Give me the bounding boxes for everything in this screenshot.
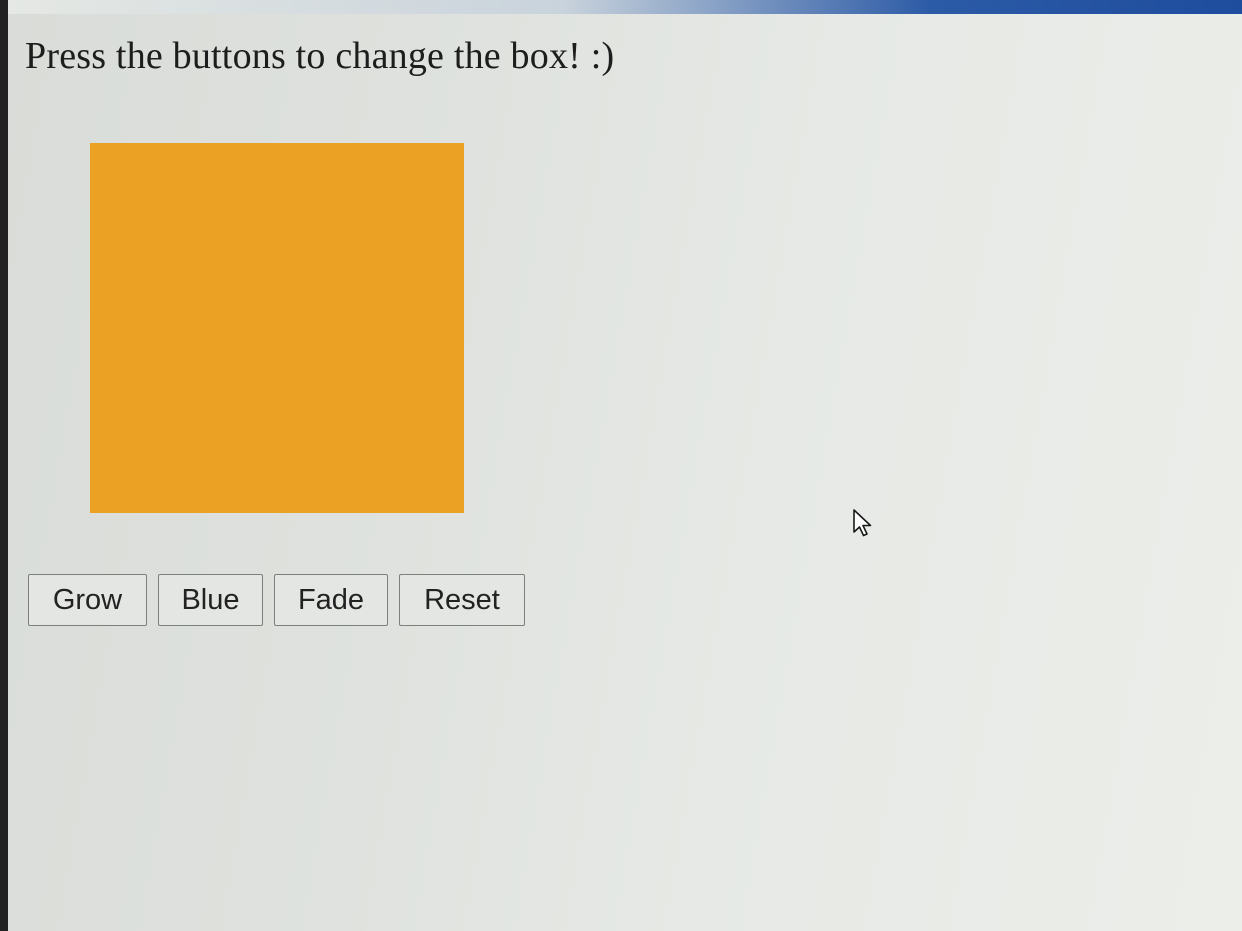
grow-button[interactable]: Grow	[28, 574, 147, 626]
page-content: Press the buttons to change the box! :) …	[8, 14, 1242, 931]
blue-button[interactable]: Blue	[158, 574, 263, 626]
fade-button[interactable]: Fade	[274, 574, 388, 626]
button-row: Grow Blue Fade Reset	[28, 574, 525, 626]
color-box	[90, 143, 464, 513]
pointer-cursor-icon	[853, 509, 872, 537]
window-top-edge	[8, 0, 1242, 14]
reset-button[interactable]: Reset	[399, 574, 525, 626]
browser-viewport: Press the buttons to change the box! :) …	[8, 0, 1242, 931]
page-heading: Press the buttons to change the box! :)	[25, 35, 615, 77]
